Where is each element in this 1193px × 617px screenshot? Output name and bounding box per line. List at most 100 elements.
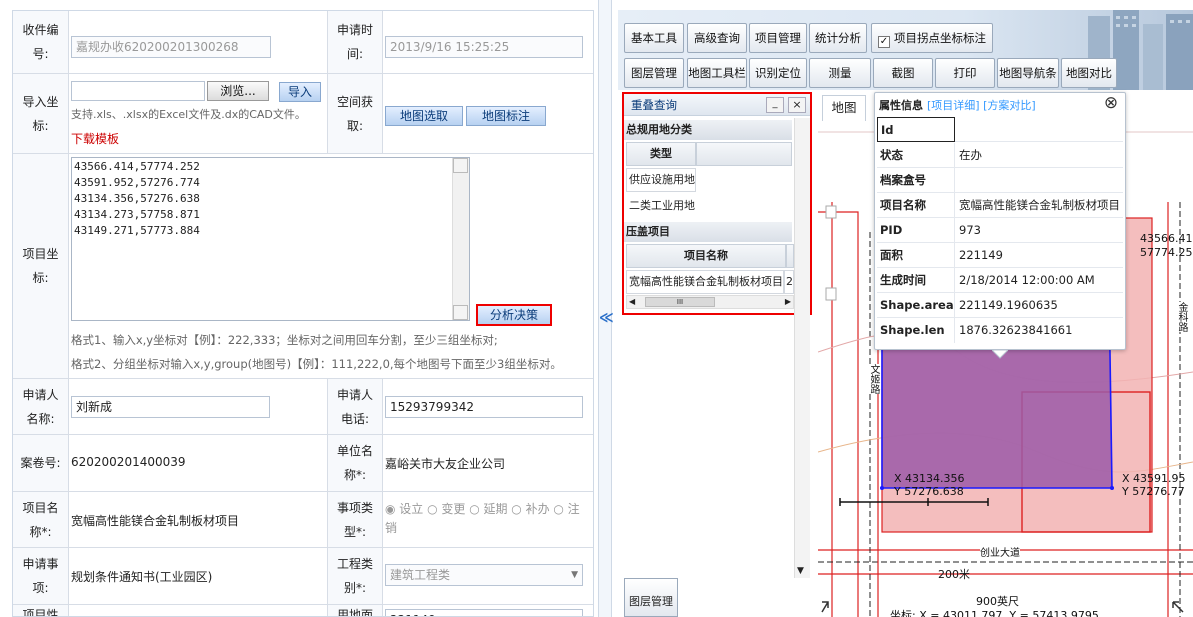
advanced-query-button[interactable]: 高级查询 (687, 23, 747, 53)
land-type-row[interactable]: 二类工业用地 (626, 194, 696, 218)
file-path-input[interactable] (71, 81, 205, 101)
statistics-button[interactable]: 统计分析 (809, 23, 867, 53)
checkbox-checked-icon: ✓ (878, 36, 890, 48)
covered-project-extra: 2 (784, 270, 794, 294)
horizontal-scrollbar[interactable]: ◀ III ▶ (626, 295, 794, 309)
panel-splitter[interactable]: ≪ (598, 0, 614, 617)
close-icon[interactable]: ⊗ (1101, 93, 1121, 113)
matter-type-radio-group[interactable]: ◉ 设立 ○ 变更 ○ 延期 ○ 补办 ○ 注销 (385, 500, 591, 538)
applicant-phone-field[interactable]: 15293799342 (385, 396, 583, 418)
attr-key: Shape.len (877, 318, 955, 343)
scroll-thumb[interactable]: III (645, 297, 715, 307)
form-row-project: 项目名称*: 宽幅高性能镁合金轧制板材项目 事项类型*: ◉ 设立 ○ 变更 ○… (13, 492, 593, 548)
gis-panel: 基本工具 高级查询 项目管理 统计分析 ✓ 项目拐点坐标标注 图层管理 地图工具栏… (618, 10, 1193, 617)
measure-button[interactable]: 测量 (809, 58, 871, 88)
attr-value (959, 117, 1121, 142)
identify-locate-button[interactable]: 识别定位 (749, 58, 807, 88)
attr-key: 面积 (877, 243, 955, 268)
import-hint: 支持.xls、.xlsx的Excel文件及.dx的CAD文件。 (71, 108, 306, 121)
download-template-link[interactable]: 下载模板 (71, 130, 119, 147)
project-nature-label: 项目性 (13, 605, 69, 616)
map-mark-button[interactable]: 地图标注 (466, 106, 546, 126)
attr-row: Id (877, 117, 1123, 142)
attr-key: PID (877, 218, 955, 243)
point1-x-label: X 43134.356 (894, 472, 965, 485)
road-label-jinke: 金科路 (1174, 302, 1189, 332)
coords-scrollbar[interactable] (452, 158, 469, 320)
form-row-partial: 项目性 用地面 221149 (13, 605, 593, 616)
scroll-up-icon[interactable] (453, 158, 468, 173)
apply-time-field[interactable]: 2013/9/16 15:25:25 (385, 36, 583, 58)
attr-key: 生成时间 (877, 268, 955, 293)
covered-project-row[interactable]: 宽幅高性能镁合金轧制板材项目 (626, 270, 784, 294)
receipt-no-field[interactable]: 嘉规办收620200201300268 (71, 36, 271, 58)
point3-y-label: 57774.252 (1140, 246, 1193, 259)
attr-value: 973 (959, 223, 981, 237)
apply-time-label: 申请时间: (327, 11, 383, 73)
layer-management-button[interactable]: 图层管理 (624, 58, 684, 88)
spatial-acquire-label: 空间获取: (327, 74, 383, 153)
attr-key: 项目名称 (877, 193, 955, 218)
map-tab[interactable]: 地图 (822, 95, 866, 121)
map-compare-button[interactable]: 地图对比 (1061, 58, 1117, 88)
coord-line: 43134.356,57276.638 (74, 192, 200, 205)
map-select-button[interactable]: 地图选取 (385, 106, 463, 126)
attr-row: 项目名称 宽幅高性能镁合金轧制板材项目 (877, 193, 1123, 218)
eng-type-selected: 建筑工程类 (390, 568, 451, 582)
applicant-phone-label: 申请人电话: (327, 379, 383, 434)
gis-toolbar: 基本工具 高级查询 项目管理 统计分析 ✓ 项目拐点坐标标注 图层管理 地图工具栏… (618, 10, 1193, 90)
eng-type-select[interactable]: 建筑工程类 ▼ (385, 564, 583, 586)
project-coords-label: 项目坐标: (13, 154, 69, 378)
form-row-case: 案卷号: 620200201400039 单位名称*: 嘉峪关市大友企业公司 (13, 435, 593, 492)
browse-button[interactable]: 浏览... (207, 81, 269, 101)
attribute-links[interactable]: [项目详细] [方案对比] (927, 97, 1036, 113)
scroll-right-icon[interactable]: ▶ (785, 296, 791, 308)
attr-value: 1876.32623841661 (959, 323, 1073, 337)
analyze-decision-button[interactable]: 分析决策 (476, 304, 552, 326)
print-button[interactable]: 打印 (935, 58, 995, 88)
application-form: 收件编号: 嘉规办收620200201300268 申请时间: 2013/9/1… (12, 10, 594, 617)
project-management-button[interactable]: 项目管理 (749, 23, 807, 53)
scroll-left-icon[interactable]: ◀ (629, 296, 635, 308)
attr-value: 2/18/2014 12:00:00 AM (959, 273, 1095, 287)
land-classification-section: 总规用地分类 (624, 120, 792, 140)
attr-row: Shape.len 1876.32623841661 (877, 318, 1123, 343)
land-area-field[interactable]: 221149 (385, 609, 583, 616)
left-panel-scrollbar[interactable]: ▼ (794, 118, 810, 578)
coord-line: 43149.271,57773.884 (74, 224, 200, 237)
corner-label-checkbox[interactable]: ✓ 项目拐点坐标标注 (871, 23, 993, 53)
form-row-apply-item: 申请事项: 规划条件通知书(工业园区) 工程类别*: 建筑工程类 ▼ (13, 548, 593, 605)
apply-item-label: 申请事项: (13, 548, 69, 604)
applicant-name-field[interactable]: 刘新成 (71, 396, 270, 418)
map-toolbar-button[interactable]: 地图工具栏 (687, 58, 747, 88)
empty-column-header (696, 142, 792, 166)
scroll-down-icon[interactable] (453, 305, 468, 320)
point2-y-label: Y 57276.77 (1122, 485, 1185, 498)
coord-line: 43566.414,57774.252 (74, 160, 200, 173)
attr-value (959, 168, 1121, 193)
basic-tools-button[interactable]: 基本工具 (624, 23, 684, 53)
attr-value: 在办 (959, 148, 982, 162)
overlap-query-panel: 重叠查询 _ × 总规用地分类 ▲ 类型 供应设施用地 二类工业用地 压盖项目 … (622, 92, 812, 315)
collapse-left-icon[interactable]: ≪ (599, 310, 614, 326)
chevron-down-icon: ▼ (571, 570, 578, 580)
apply-item-value: 规划条件通知书(工业园区) (71, 570, 213, 584)
popup-pointer-icon (992, 350, 1008, 359)
project-name-label: 项目名称*: (13, 492, 69, 547)
import-coords-label: 导入坐标: (13, 74, 69, 153)
screenshot-button[interactable]: 截图 (873, 58, 933, 88)
layer-management-tab[interactable]: 图层管理 (624, 578, 678, 617)
land-type-row[interactable]: 供应设施用地 (626, 168, 696, 192)
coords-textarea[interactable]: 43566.414,57774.252 43591.952,57276.774 43… (71, 157, 470, 321)
form-row-applicant: 申请人名称: 刘新成 申请人电话: 15293799342 (13, 379, 593, 435)
attr-row: 状态 在办 (877, 143, 1123, 168)
overlap-query-title: 重叠查询 (631, 98, 677, 112)
close-icon[interactable]: × (788, 97, 806, 113)
import-button[interactable]: 导入 (279, 82, 321, 102)
map-navigator-button[interactable]: 地图导航条 (997, 58, 1059, 88)
project-name-value: 宽幅高性能镁合金轧制板材项目 (71, 514, 240, 528)
minimize-icon[interactable]: _ (766, 97, 784, 113)
covered-projects-section: 压盖项目 (624, 222, 792, 242)
format1-hint: 格式1、输入x,y坐标对【例】：222,333；坐标对之间用回车分割，至少三组坐… (71, 333, 498, 347)
scroll-down-icon[interactable]: ▼ (797, 566, 804, 576)
